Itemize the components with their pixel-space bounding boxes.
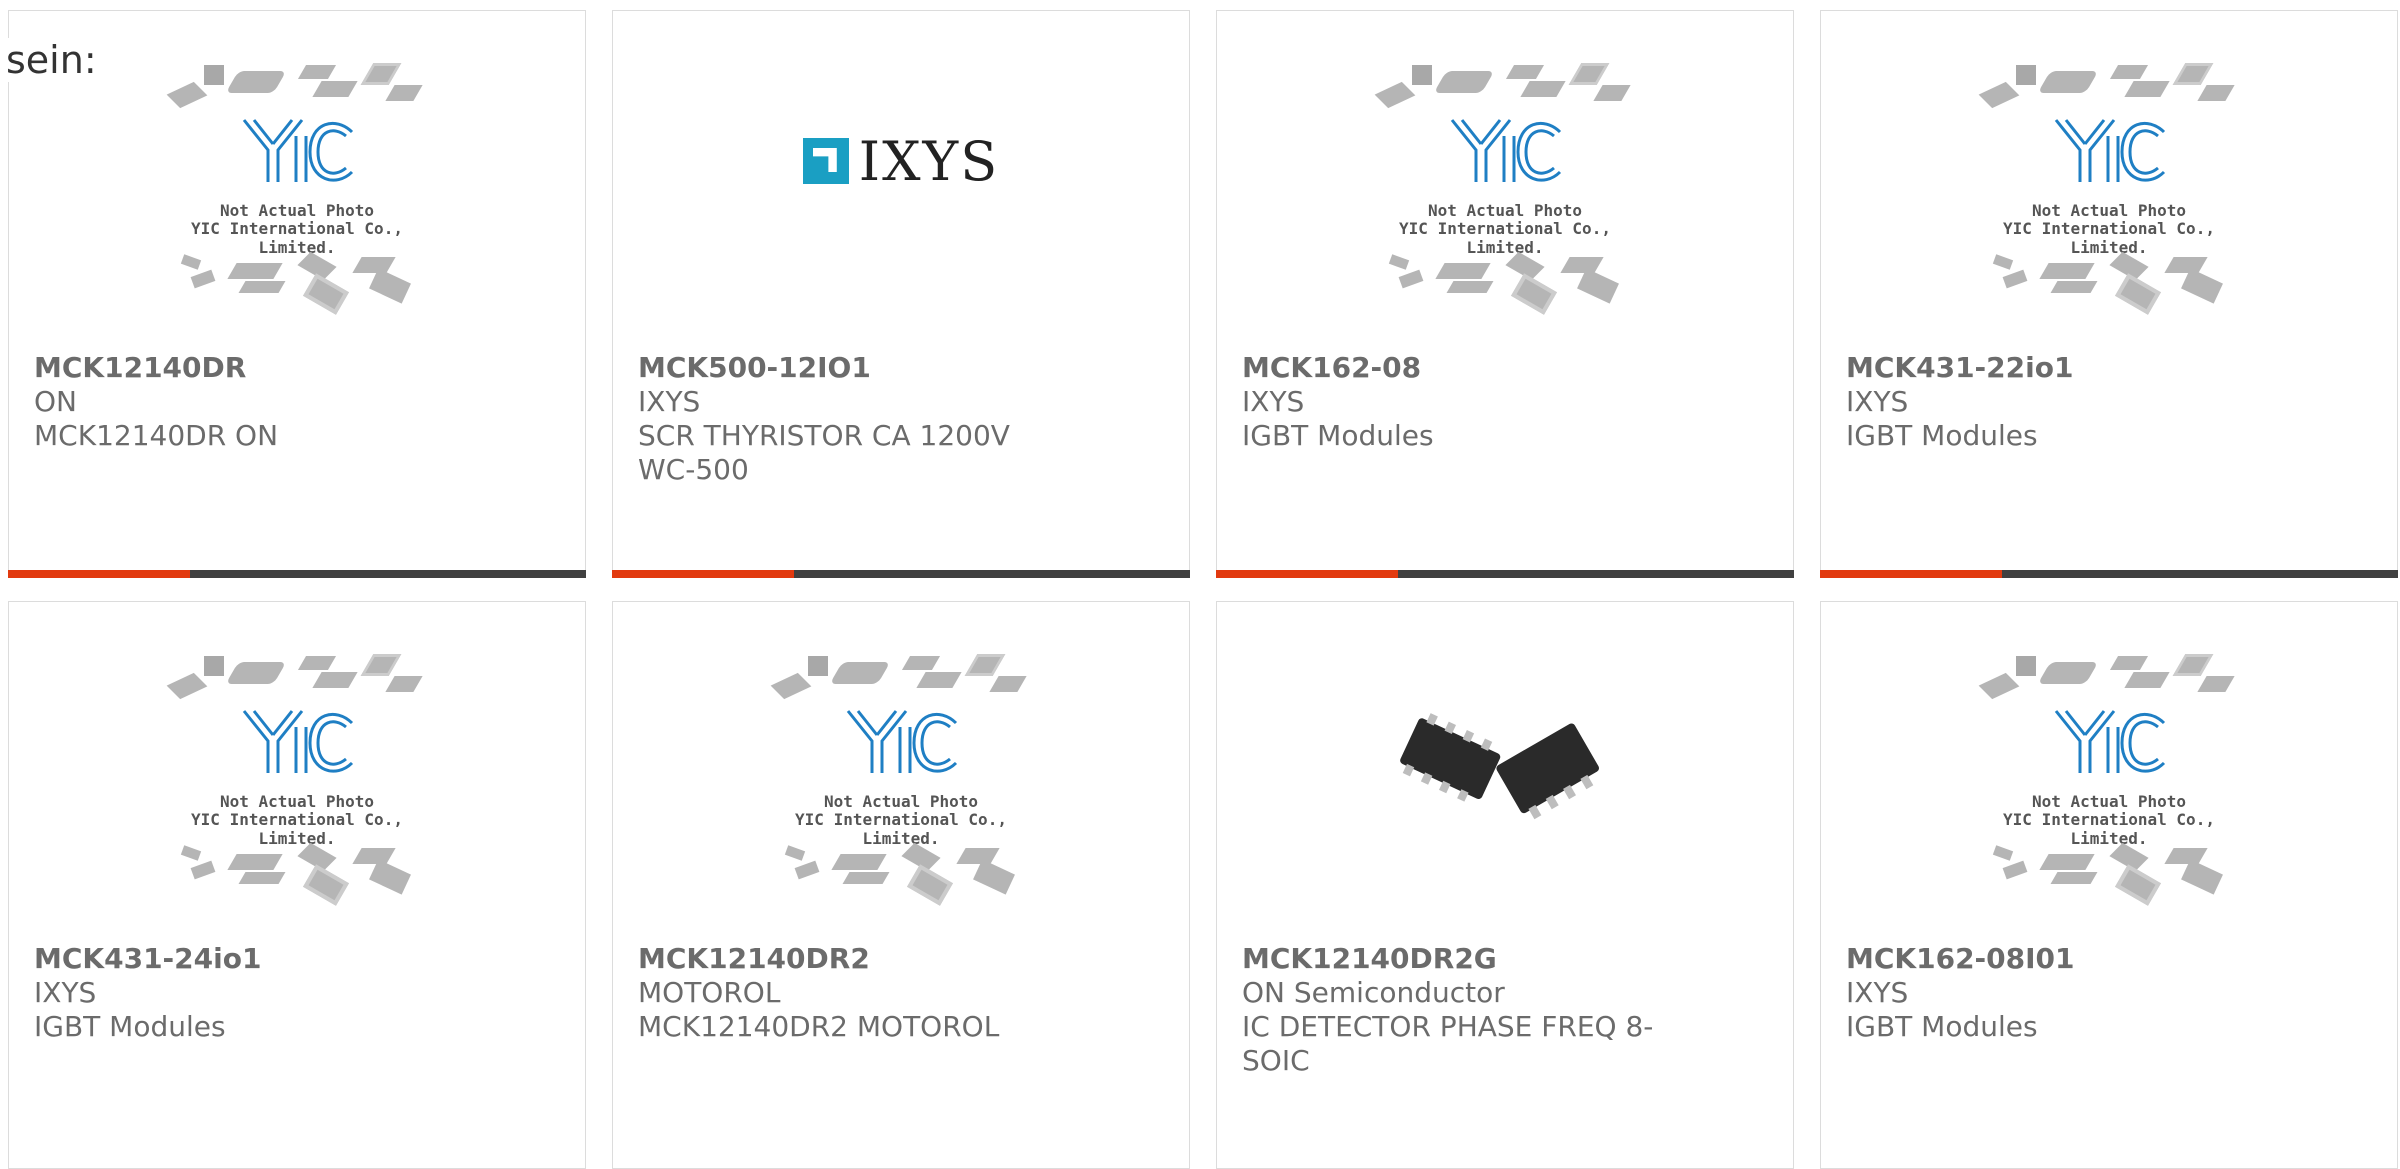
product-info: MCK431-22io1 IXYS IGBT Modules — [1846, 351, 2266, 453]
description-text: IGBT Modules — [34, 1010, 226, 1043]
description-text: MCK12140DR ON — [34, 419, 279, 452]
product-card[interactable]: Not Actual Photo YIC International Co., … — [8, 10, 586, 578]
product-image[interactable]: Not Actual Photo YIC International Co., … — [613, 602, 1189, 942]
ixys-logo-text: IXYS — [858, 129, 1000, 193]
brand-label: IXYS — [1242, 385, 1305, 418]
yic-placeholder-image: Not Actual Photo YIC International Co., … — [766, 652, 1036, 906]
product-info: MCK12140DR2G ON Semiconductor IC DETECTO… — [1242, 942, 1662, 1078]
part-number-link[interactable]: MCK162-08 — [1242, 351, 1662, 385]
yic-logo-icon — [846, 710, 958, 773]
placeholder-line2: YIC International Co., Limited. — [795, 810, 1007, 848]
yic-placeholder-image: Not Actual Photo YIC International Co., … — [1370, 61, 1640, 315]
yic-logo-icon — [2054, 119, 2166, 182]
description-text: MCK12140DR2 MOTOROL — [638, 1010, 1000, 1043]
yic-placeholder-image: Not Actual Photo YIC International Co., … — [1974, 61, 2244, 315]
product-image[interactable]: Not Actual Photo YIC International Co., … — [1821, 602, 2397, 942]
product-image[interactable]: Not Actual Photo YIC International Co., … — [1217, 11, 1793, 351]
product-info: MCK162-08I01 IXYS IGBT Modules — [1846, 942, 2266, 1044]
yic-logo-icon — [242, 119, 354, 182]
placeholder-line1: Not Actual Photo — [2031, 792, 2187, 811]
placeholder-line2: YIC International Co., Limited. — [1399, 219, 1611, 257]
product-card[interactable]: Not Actual Photo YIC International Co., … — [1820, 601, 2398, 1169]
placeholder-line2: YIC International Co., Limited. — [191, 810, 403, 848]
intro-text: sein: — [6, 38, 97, 82]
description-text: IGBT Modules — [1846, 419, 2038, 452]
product-image[interactable]: Not Actual Photo YIC International Co., … — [1821, 11, 2397, 351]
yic-logo-icon — [2054, 710, 2166, 773]
placeholder-line1: Not Actual Photo — [1427, 201, 1583, 220]
placeholder-line2: YIC International Co., Limited. — [191, 219, 403, 257]
product-info: MCK162-08 IXYS IGBT Modules — [1242, 351, 1662, 453]
card-accent-bar — [8, 570, 190, 578]
product-card[interactable]: IXYS MCK500-12IO1 IXYS SCR THYRISTOR CA … — [612, 10, 1190, 578]
placeholder-line1: Not Actual Photo — [823, 792, 979, 811]
product-card[interactable]: Not Actual Photo YIC International Co., … — [612, 601, 1190, 1169]
card-accent-bar — [1216, 570, 1398, 578]
description-text: IGBT Modules — [1242, 419, 1434, 452]
brand-label: IXYS — [1846, 976, 1909, 1009]
product-card[interactable]: Not Actual Photo YIC International Co., … — [8, 601, 586, 1169]
card-bottom-bar — [612, 570, 1190, 578]
card-bottom-bar — [8, 570, 586, 578]
product-image[interactable] — [1217, 602, 1793, 942]
card-bottom-bar — [1216, 570, 1794, 578]
placeholder-line2: YIC International Co., Limited. — [2003, 219, 2215, 257]
part-number-link[interactable]: MCK431-24io1 — [34, 942, 454, 976]
card-accent-bar — [612, 570, 794, 578]
brand-label: IXYS — [638, 385, 701, 418]
ixys-square-icon — [802, 138, 849, 184]
description-text: IC DETECTOR PHASE FREQ 8-SOIC — [1242, 1010, 1654, 1077]
card-bottom-bar — [1820, 570, 2398, 578]
yic-placeholder-image: Not Actual Photo YIC International Co., … — [162, 652, 432, 906]
product-card[interactable]: Not Actual Photo YIC International Co., … — [1216, 10, 1794, 578]
part-number-link[interactable]: MCK12140DR2 — [638, 942, 1058, 976]
brand-label: ON — [34, 385, 77, 418]
part-number-link[interactable]: MCK431-22io1 — [1846, 351, 2266, 385]
soic-chip-photo — [1400, 667, 1610, 877]
yic-logo-icon — [242, 710, 354, 773]
product-image[interactable]: Not Actual Photo YIC International Co., … — [9, 602, 585, 942]
part-number-link[interactable]: MCK12140DR2G — [1242, 942, 1662, 976]
part-number-link[interactable]: MCK500-12IO1 — [638, 351, 1058, 385]
product-info: MCK431-24io1 IXYS IGBT Modules — [34, 942, 454, 1044]
yic-placeholder-image: Not Actual Photo YIC International Co., … — [1974, 652, 2244, 906]
product-card[interactable]: MCK12140DR2G ON Semiconductor IC DETECTO… — [1216, 601, 1794, 1169]
description-text: SCR THYRISTOR CA 1200V WC-500 — [638, 419, 1010, 486]
product-card[interactable]: Not Actual Photo YIC International Co., … — [1820, 10, 2398, 578]
brand-label: MOTOROL — [638, 976, 781, 1009]
placeholder-line1: Not Actual Photo — [2031, 201, 2187, 220]
product-grid: Not Actual Photo YIC International Co., … — [8, 10, 2400, 1169]
ixys-logo: IXYS — [802, 129, 1000, 193]
product-info: MCK500-12IO1 IXYS SCR THYRISTOR CA 1200V… — [638, 351, 1058, 487]
part-number-link[interactable]: MCK162-08I01 — [1846, 942, 2266, 976]
yic-placeholder-image: Not Actual Photo YIC International Co., … — [162, 61, 432, 315]
brand-label: IXYS — [34, 976, 97, 1009]
product-info: MCK12140DR2 MOTOROL MCK12140DR2 MOTOROL — [638, 942, 1058, 1044]
card-accent-bar — [1820, 570, 2002, 578]
product-info: MCK12140DR ON MCK12140DR ON — [34, 351, 454, 453]
placeholder-line1: Not Actual Photo — [219, 201, 375, 220]
brand-label: ON Semiconductor — [1242, 976, 1505, 1009]
brand-label: IXYS — [1846, 385, 1909, 418]
placeholder-line1: Not Actual Photo — [219, 792, 375, 811]
placeholder-line2: YIC International Co., Limited. — [2003, 810, 2215, 848]
product-image[interactable]: IXYS — [613, 11, 1189, 351]
description-text: IGBT Modules — [1846, 1010, 2038, 1043]
yic-logo-icon — [1450, 119, 1562, 182]
part-number-link[interactable]: MCK12140DR — [34, 351, 454, 385]
